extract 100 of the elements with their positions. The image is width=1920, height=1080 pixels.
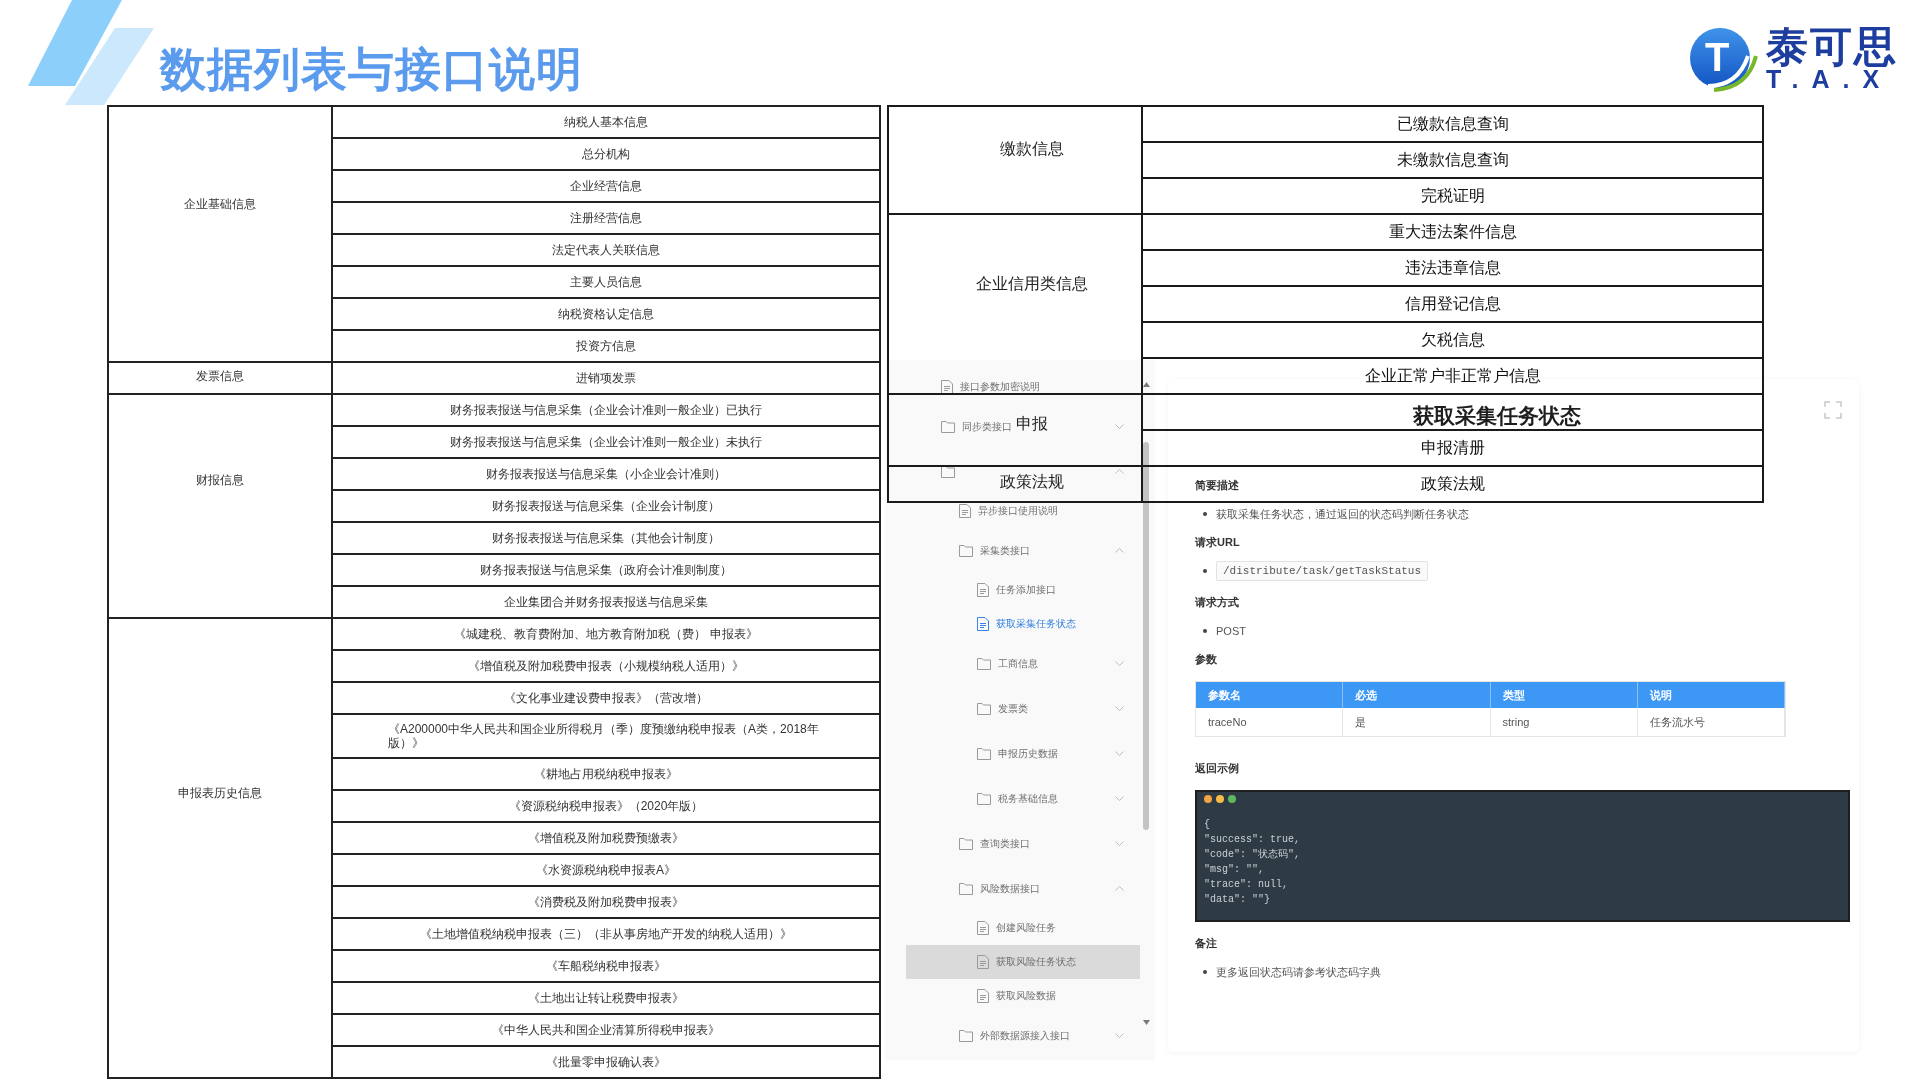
document-icon <box>977 989 989 1003</box>
section-heading: 请求方式 <box>1195 595 1239 609</box>
item-label: 主要人员信息 <box>570 275 642 289</box>
category-label: 企业信用类信息 <box>976 274 1088 295</box>
nav-tree-item[interactable]: 获取风险数据 <box>977 989 1056 1003</box>
item-label: 《增值税及附加税费申报表（小规模纳税人适用）》 <box>468 659 744 673</box>
bullet-text: POST <box>1216 624 1246 638</box>
param-value: traceNo <box>1196 708 1344 736</box>
folder-icon <box>941 465 955 478</box>
bullet-icon <box>1203 512 1207 516</box>
item-label: 《水资源税纳税申报表A》 <box>536 863 676 877</box>
bullet-text: 更多返回状态码请参考状态码字典 <box>1216 965 1381 979</box>
item-label: 财务报表报送与信息采集（企业会计制度） <box>492 499 720 513</box>
item-label: 信用登记信息 <box>1404 294 1501 314</box>
category-label: 申报 <box>1016 413 1048 434</box>
item-label: 进销项发票 <box>576 371 636 385</box>
scrollbar-thumb[interactable] <box>1143 442 1149 830</box>
section-heading: 简要描述 <box>1195 478 1239 492</box>
nav-tree-item[interactable]: 发票类 <box>977 702 1028 715</box>
item-label: 违法违章信息 <box>1404 258 1501 278</box>
item-label: 《土地增值税纳税申报表（三）（非从事房地产开发的纳税人适用）》 <box>420 927 792 941</box>
param-value: string <box>1490 708 1638 736</box>
item-label: 《资源税纳税申报表》（2020年版） <box>508 799 704 813</box>
folder-icon <box>941 420 955 433</box>
document-icon <box>977 921 989 935</box>
document-icon <box>959 504 971 518</box>
folder-icon <box>959 544 973 557</box>
folder-icon <box>959 837 973 850</box>
scroll-down-arrow-icon[interactable] <box>1142 1020 1150 1025</box>
category-label: 申报表历史信息 <box>178 785 262 800</box>
param-value: 是 <box>1343 708 1491 736</box>
item-label: 财务报表报送与信息采集（企业会计准则一般企业）未执行 <box>450 435 762 449</box>
logo-subtitle: T.A.X <box>1766 67 1893 91</box>
item-label: 纳税资格认定信息 <box>558 307 654 321</box>
item-label: 注册经营信息 <box>570 211 642 225</box>
param-value: 任务流水号 <box>1637 708 1785 736</box>
nav-tree-item[interactable]: 获取采集任务状态 <box>977 617 1076 631</box>
folder-icon <box>959 882 973 895</box>
bullet-icon <box>1203 629 1207 633</box>
item-label: 企业正常户非正常户信息 <box>1364 366 1541 386</box>
nav-tree-item[interactable]: 接口参数加密说明 <box>941 380 1040 394</box>
item-label: 《车船税纳税申报表》 <box>546 959 666 973</box>
nav-tree-item[interactable]: 任务添加接口 <box>977 583 1056 597</box>
nav-tree-item[interactable]: 风险数据接口 <box>959 882 1040 895</box>
item-label: 未缴款信息查询 <box>1396 150 1509 170</box>
nav-tree-item[interactable]: 工商信息 <box>977 657 1038 670</box>
nav-tree-item[interactable]: 创建风险任务 <box>977 921 1056 935</box>
column-header: 类型 <box>1490 682 1638 708</box>
section-heading: 备注 <box>1195 936 1217 950</box>
folder-icon <box>977 657 991 670</box>
bullet-icon <box>1203 970 1207 974</box>
category-label: 发票信息 <box>196 369 244 383</box>
nav-tree-item[interactable]: 获取风险任务状态 <box>977 955 1076 969</box>
nav-tree-item[interactable]: 采集类接口 <box>959 544 1030 557</box>
bullet-icon <box>1203 569 1207 573</box>
item-label: 《城建税、教育费附加、地方教育附加税（费） 申报表》 <box>454 627 758 641</box>
document-icon <box>977 617 989 631</box>
scroll-up-arrow-icon[interactable] <box>1142 382 1150 387</box>
item-label: 《消费税及附加税费申报表》 <box>528 895 684 909</box>
nav-tree-item[interactable]: 异步接口使用说明 <box>959 504 1058 518</box>
item-label: 申报清册 <box>1420 438 1485 458</box>
item-label: 企业经营信息 <box>570 179 642 193</box>
item-label: 法定代表人关联信息 <box>552 243 660 257</box>
category-label: 企业基础信息 <box>184 197 256 211</box>
nav-tree-item[interactable]: 查询类接口 <box>959 837 1030 850</box>
nav-tree-item[interactable]: 外部数据源接入接口 <box>959 1029 1070 1042</box>
item-label: 财务报表报送与信息采集（政府会计准则制度） <box>480 563 732 577</box>
category-label: 财报信息 <box>196 473 244 487</box>
item-label: 完税证明 <box>1420 186 1485 206</box>
category-label: 政策法规 <box>1000 472 1064 493</box>
slide-title: 数据列表与接口说明 <box>160 42 583 96</box>
item-label: 已缴款信息查询 <box>1396 114 1509 134</box>
column-header: 参数名 <box>1196 682 1344 708</box>
folder-icon <box>977 792 991 805</box>
document-icon <box>977 955 989 969</box>
item-label: 《耕地占用税纳税申报表》 <box>534 767 678 781</box>
item-label: 企业集团合并财务报表报送与信息采集 <box>504 595 708 609</box>
item-label: 政策法规 <box>1420 474 1485 494</box>
document-icon <box>941 380 953 394</box>
column-header: 必选 <box>1343 682 1491 708</box>
item-label: 财务报表报送与信息采集（小企业会计准则） <box>486 467 726 481</box>
item-label: 《文化事业建设费申报表》（营改增） <box>504 691 708 705</box>
nav-tree-item[interactable]: 同步类接口 <box>941 420 1012 433</box>
item-label: 重大违法案件信息 <box>1388 222 1517 242</box>
item-label: 纳税人基本信息 <box>564 115 648 129</box>
nav-tree-item[interactable]: 申报历史数据 <box>977 747 1058 760</box>
item-label: 总分机构 <box>582 147 630 161</box>
logo-emblem-icon <box>1688 28 1758 92</box>
item-label: 《增值税及附加税费预缴表》 <box>528 831 684 845</box>
url-path: /distribute/task/getTaskStatus <box>1216 561 1429 581</box>
logo-letter: T <box>1705 37 1730 77</box>
nav-tree-item[interactable] <box>941 465 955 478</box>
item-label: 《A200000中华人民共和国企业所得税月（季）度预缴纳税申报表（A类，2018年版）》 <box>388 722 820 750</box>
folder-icon <box>977 702 991 715</box>
item-label: 《中华人民共和国企业清算所得税申报表》 <box>492 1023 720 1037</box>
nav-tree-item[interactable]: 税务基础信息 <box>977 792 1058 805</box>
bullet-text: 获取采集任务状态，通过返回的状态码判断任务状态 <box>1216 507 1469 521</box>
category-label: 缴款信息 <box>1000 139 1064 160</box>
document-icon <box>977 583 989 597</box>
section-heading: 返回示例 <box>1195 761 1239 775</box>
